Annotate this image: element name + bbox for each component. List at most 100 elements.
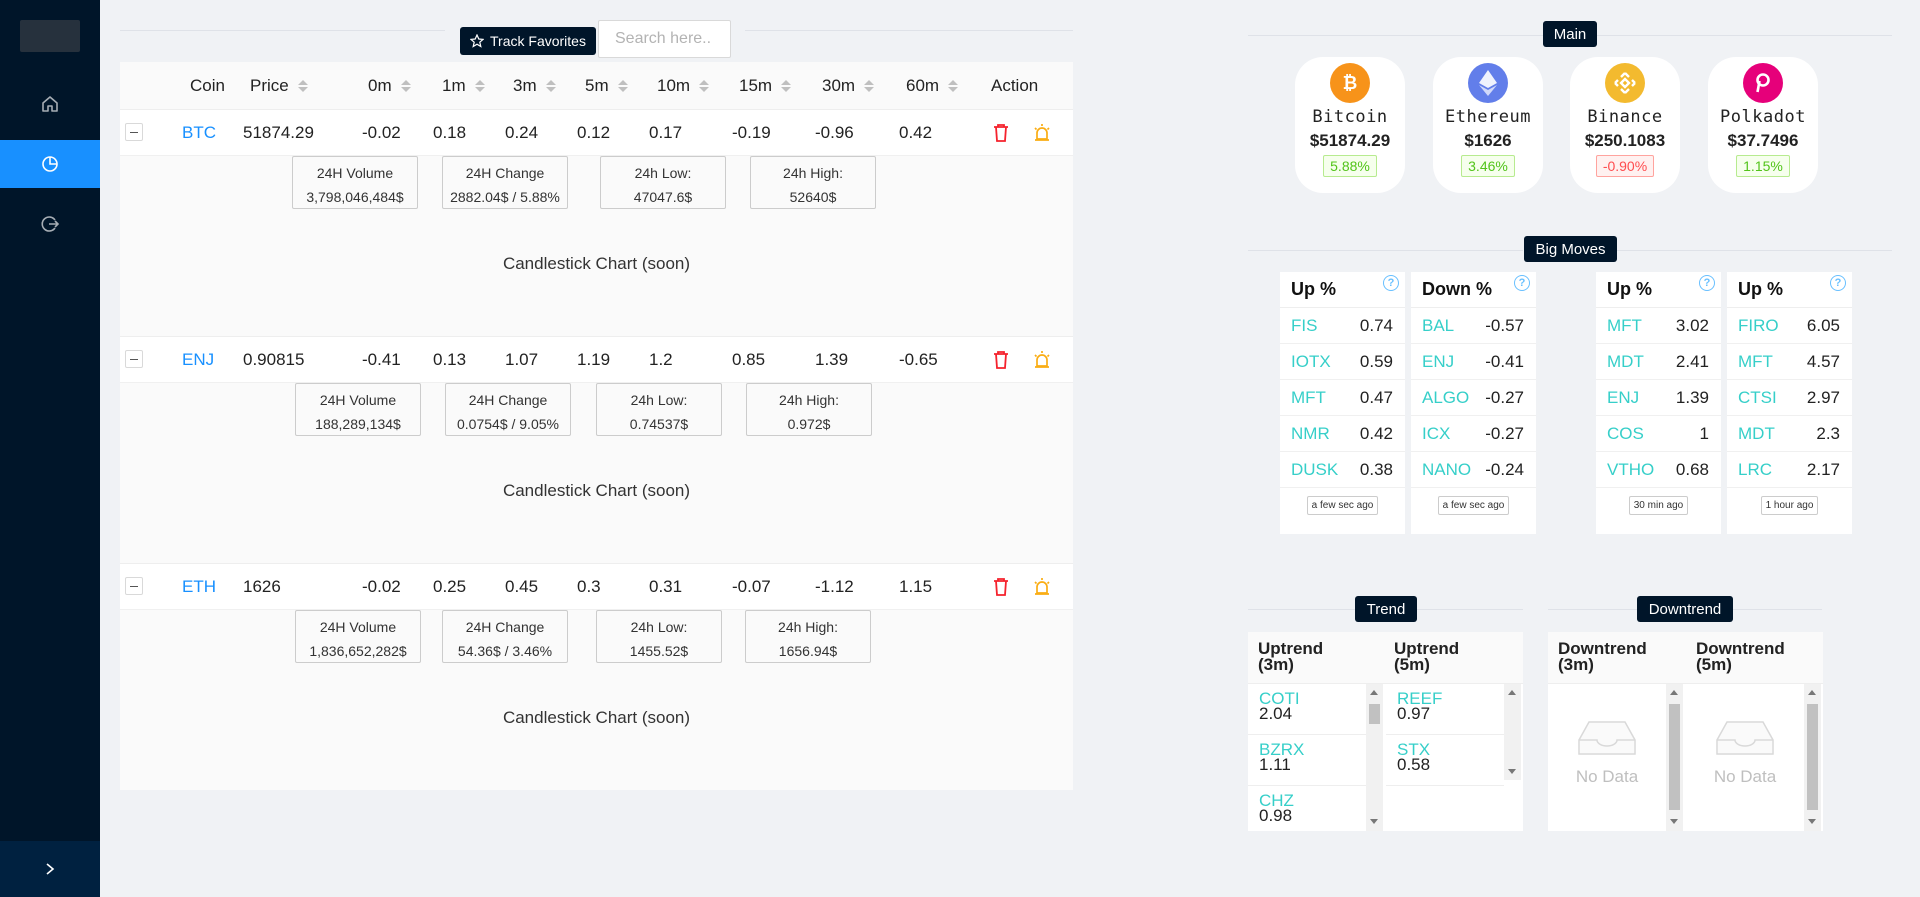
list-item[interactable]: FIS 0.74 bbox=[1280, 308, 1405, 344]
scrollbar[interactable] bbox=[1666, 684, 1683, 831]
delete-button[interactable] bbox=[992, 123, 1010, 143]
coin-symbol[interactable]: ENJ bbox=[182, 337, 214, 383]
coin-symbol[interactable]: BTC bbox=[182, 110, 216, 156]
coin-price: $37.7496 bbox=[1727, 131, 1799, 150]
uptrend-3m-list[interactable]: COTI 2.04 BZRX 1.11 CHZ 0.98 bbox=[1248, 684, 1366, 831]
table-header: Coin Price 0m 1m 3m 5m 10m 15m 30m 60m A… bbox=[120, 62, 1073, 110]
col-30m[interactable]: 30m bbox=[822, 62, 875, 110]
coin-card-bitcoin[interactable]: ₿ Bitcoin $51874.29 5.88% bbox=[1295, 57, 1405, 193]
sidebar-item-dashboard[interactable] bbox=[0, 140, 100, 188]
sort-icon bbox=[617, 80, 628, 92]
col-10m[interactable]: 10m bbox=[657, 62, 710, 110]
track-favorites-button[interactable]: Track Favorites bbox=[460, 27, 596, 55]
list-item[interactable]: MFT 3.02 bbox=[1596, 308, 1721, 344]
uptrend-5m-list[interactable]: REEF 0.97 STX 0.58 bbox=[1386, 684, 1504, 831]
col-1m[interactable]: 1m bbox=[442, 62, 485, 110]
list-item[interactable]: DUSK 0.38 bbox=[1280, 452, 1405, 488]
coin-card-binance[interactable]: Binance $250.1083 -0.90% bbox=[1570, 57, 1680, 193]
candlestick-placeholder: Candlestick Chart (soon) bbox=[502, 481, 691, 500]
list-item[interactable]: MFT 4.57 bbox=[1727, 344, 1852, 380]
delete-button[interactable] bbox=[992, 577, 1010, 597]
collapse-row-button[interactable] bbox=[125, 350, 143, 368]
list-item[interactable]: ICX -0.27 bbox=[1411, 416, 1536, 452]
col-15m[interactable]: 15m bbox=[739, 62, 792, 110]
list-item[interactable]: NMR 0.42 bbox=[1280, 416, 1405, 452]
scrollbar[interactable] bbox=[1366, 684, 1383, 831]
sort-icon bbox=[297, 80, 308, 92]
list-item[interactable]: CHZ 0.98 bbox=[1248, 786, 1366, 831]
col-3m[interactable]: 3m bbox=[513, 62, 556, 110]
sidebar-collapse-trigger[interactable] bbox=[0, 841, 100, 897]
list-item[interactable]: REEF 0.97 bbox=[1386, 684, 1504, 735]
change-badge: 3.46% bbox=[1461, 155, 1515, 177]
col-action: Action bbox=[991, 76, 1039, 95]
scroll-thumb[interactable] bbox=[1369, 704, 1380, 724]
alert-button[interactable] bbox=[1032, 577, 1052, 597]
help-icon[interactable]: ? bbox=[1699, 275, 1715, 291]
change-badge: -0.90% bbox=[1595, 155, 1655, 177]
alert-button[interactable] bbox=[1032, 123, 1052, 143]
column-title: Uptrend (5m) bbox=[1394, 639, 1460, 674]
alarm-icon bbox=[1034, 124, 1050, 141]
sort-icon bbox=[699, 80, 710, 92]
track-favorites-label: Track Favorites bbox=[490, 33, 586, 49]
scroll-up-icon[interactable] bbox=[1670, 690, 1678, 695]
scroll-up-icon[interactable] bbox=[1508, 690, 1516, 695]
help-icon[interactable]: ? bbox=[1830, 275, 1846, 291]
list-item[interactable]: MDT 2.41 bbox=[1596, 344, 1721, 380]
change-10m: 0.31 bbox=[649, 577, 683, 596]
list-item[interactable]: ENJ 1.39 bbox=[1596, 380, 1721, 416]
scroll-down-icon[interactable] bbox=[1508, 769, 1516, 774]
collapse-row-button[interactable] bbox=[125, 577, 143, 595]
sidebar-item-home[interactable] bbox=[0, 80, 100, 128]
stat-high: 24h High: 0.972$ bbox=[746, 383, 872, 436]
coin-price: $51874.29 bbox=[1309, 131, 1391, 150]
list-item[interactable]: LRC 2.17 bbox=[1727, 452, 1852, 488]
help-icon[interactable]: ? bbox=[1383, 275, 1399, 291]
search-input[interactable] bbox=[598, 20, 731, 58]
list-item[interactable]: FIRO 6.05 bbox=[1727, 308, 1852, 344]
scroll-up-icon[interactable] bbox=[1370, 690, 1378, 695]
col-0m[interactable]: 0m bbox=[368, 62, 411, 110]
scroll-down-icon[interactable] bbox=[1670, 819, 1678, 824]
list-item[interactable]: ALGO -0.27 bbox=[1411, 380, 1536, 416]
scrollbar[interactable] bbox=[1504, 684, 1521, 780]
scroll-down-icon[interactable] bbox=[1808, 819, 1816, 824]
column-title: Downtrend (5m) bbox=[1696, 639, 1785, 674]
logo[interactable] bbox=[20, 20, 80, 52]
list-item[interactable]: ENJ -0.41 bbox=[1411, 344, 1536, 380]
coin-card-polkadot[interactable]: Polkadot $37.7496 1.15% bbox=[1708, 57, 1818, 193]
scroll-down-icon[interactable] bbox=[1370, 819, 1378, 824]
alert-button[interactable] bbox=[1032, 350, 1052, 370]
list-item[interactable]: CTSI 2.97 bbox=[1727, 380, 1852, 416]
stat-high: 24h High: 1656.94$ bbox=[745, 610, 871, 663]
list-item[interactable]: COTI 2.04 bbox=[1248, 684, 1366, 735]
list-item[interactable]: VTHO 0.68 bbox=[1596, 452, 1721, 488]
scroll-up-icon[interactable] bbox=[1808, 690, 1816, 695]
scroll-thumb[interactable] bbox=[1669, 704, 1680, 810]
list-item[interactable]: IOTX 0.59 bbox=[1280, 344, 1405, 380]
list-item[interactable]: BZRX 1.11 bbox=[1248, 735, 1366, 786]
help-icon[interactable]: ? bbox=[1514, 275, 1530, 291]
change-1m: 0.25 bbox=[433, 577, 467, 596]
scrollbar[interactable] bbox=[1804, 684, 1821, 831]
list-item[interactable]: COS 1 bbox=[1596, 416, 1721, 452]
table-row: ETH 1626 -0.02 0.25 0.45 0.3 0.31 -0.07 … bbox=[120, 564, 1073, 610]
col-price[interactable]: Price bbox=[250, 62, 308, 110]
timestamp: 1 hour ago bbox=[1760, 496, 1819, 515]
scroll-thumb[interactable] bbox=[1807, 704, 1818, 810]
delete-button[interactable] bbox=[992, 350, 1010, 370]
sidebar-item-logout[interactable] bbox=[0, 200, 100, 248]
list-item[interactable]: NANO -0.24 bbox=[1411, 452, 1536, 488]
list-item[interactable]: MDT 2.3 bbox=[1727, 416, 1852, 452]
collapse-row-button[interactable] bbox=[125, 123, 143, 141]
stat-low: 24h Low: 0.74537$ bbox=[596, 383, 722, 436]
list-item[interactable]: STX 0.58 bbox=[1386, 735, 1504, 786]
coin-card-ethereum[interactable]: Ethereum $1626 3.46% bbox=[1433, 57, 1543, 193]
logout-icon bbox=[41, 216, 60, 232]
list-item[interactable]: MFT 0.47 bbox=[1280, 380, 1405, 416]
col-5m[interactable]: 5m bbox=[585, 62, 628, 110]
list-item[interactable]: BAL -0.57 bbox=[1411, 308, 1536, 344]
col-60m[interactable]: 60m bbox=[906, 62, 959, 110]
coin-symbol[interactable]: ETH bbox=[182, 564, 216, 610]
